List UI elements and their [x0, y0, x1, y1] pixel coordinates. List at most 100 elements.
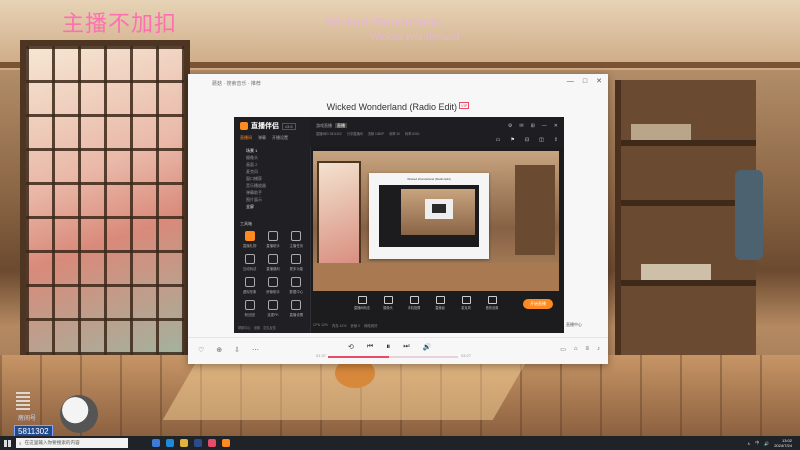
- minimize-button[interactable]: —: [567, 78, 574, 86]
- tool-icon: [291, 277, 302, 287]
- tool-label: 数据中心: [289, 290, 304, 294]
- toolbox-item[interactable]: 直播福利: [261, 254, 284, 271]
- tab-danmaku[interactable]: 弹幕: [258, 135, 266, 141]
- grid-icon[interactable]: ⊞: [531, 123, 535, 129]
- toolbox-item[interactable]: 连麦PK: [261, 300, 284, 317]
- tray-expand-icon[interactable]: ∧: [747, 441, 750, 446]
- stream-brand: 直播伴侣 v3.6: [240, 121, 296, 131]
- info-item[interactable]: 流畅 1080P: [368, 131, 384, 136]
- control-label: 直播间玩法: [354, 306, 370, 310]
- playlist-icon[interactable]: ≡: [585, 346, 589, 353]
- status-item: CPU 12%: [313, 323, 328, 327]
- tool-label: 直播设置: [289, 313, 304, 317]
- flag-icon[interactable]: ⚑: [510, 137, 514, 143]
- scene-item[interactable]: 画面 2: [240, 161, 266, 168]
- live-badge: 直播: [335, 123, 347, 128]
- control-icon: [435, 296, 445, 304]
- control-label: 手机投屏: [407, 306, 421, 310]
- toolbox-item[interactable]: 直播助手: [261, 231, 284, 248]
- screen-icon[interactable]: ▭: [496, 137, 501, 143]
- tool-label: 直播福利: [266, 267, 280, 271]
- scene-item[interactable]: 音乐播放器: [240, 182, 266, 189]
- stream-control-button[interactable]: 麦克风: [455, 296, 477, 310]
- minimize-icon[interactable]: —: [542, 123, 547, 129]
- signal-bars-icon: [16, 392, 30, 410]
- toolbox-item[interactable]: 主播任务: [285, 231, 308, 248]
- next-button[interactable]: ⏭: [403, 343, 409, 351]
- layout-icon[interactable]: ◫: [539, 137, 544, 143]
- stream-preview[interactable]: Wicked Wonderland (Radio Edit): [313, 151, 559, 291]
- info-item[interactable]: 分享直播间: [347, 131, 363, 136]
- crop-icon[interactable]: ⊡: [525, 137, 529, 143]
- settings-icon[interactable]: ⚙: [508, 123, 512, 129]
- toolbox-item[interactable]: 房管助手: [261, 277, 284, 294]
- lyrics-icon[interactable]: ♪: [597, 346, 600, 353]
- task-view-icon[interactable]: [152, 439, 160, 447]
- stream-control-button[interactable]: 直播窗: [429, 296, 451, 310]
- tool-icon: [244, 254, 255, 264]
- toolbox-item[interactable]: 数据中心: [285, 277, 308, 294]
- mini-mode-icon[interactable]: ▭: [560, 346, 566, 353]
- stream-control-button[interactable]: 音效设置: [481, 296, 503, 310]
- progress-bar[interactable]: [328, 356, 458, 358]
- speaker-icon[interactable]: 🔊: [764, 441, 769, 446]
- edge-icon[interactable]: [166, 439, 174, 447]
- ime-icon[interactable]: 中: [755, 440, 759, 446]
- scene-item[interactable]: 弹幕助手: [240, 189, 266, 196]
- more-icon[interactable]: ⋯: [252, 346, 259, 354]
- time-elapsed: 01:37: [316, 353, 327, 358]
- taskbar-search[interactable]: ⌕ 在这里输入你要搜索的内容: [16, 438, 128, 448]
- pause-button[interactable]: ⏸: [386, 342, 390, 352]
- scene-item[interactable]: 窗口捕获: [240, 175, 266, 182]
- home-icon[interactable]: ⌂: [574, 346, 578, 353]
- live-center-chip[interactable]: 直播中心: [566, 322, 582, 328]
- toolbox-item[interactable]: 更多功能: [285, 254, 308, 271]
- scene-item[interactable]: 全屏: [240, 203, 266, 210]
- mail-icon[interactable]: ✉: [519, 123, 523, 129]
- download-icon[interactable]: ⇩: [234, 346, 240, 354]
- start-live-button[interactable]: 开始直播: [523, 299, 553, 309]
- toolbox-item[interactable]: 直播设置: [285, 300, 308, 317]
- tab-live-settings[interactable]: 开播设置: [272, 135, 288, 141]
- add-icon[interactable]: ⊕: [216, 346, 222, 354]
- share-icon[interactable]: ⇪: [554, 137, 558, 143]
- control-icon: [409, 296, 419, 304]
- feedback-link[interactable]: 意见反馈: [263, 325, 276, 330]
- search-icon: ⌕: [19, 440, 22, 446]
- like-icon[interactable]: ♡: [198, 346, 204, 354]
- folder-icon[interactable]: [180, 439, 188, 447]
- repeat-icon[interactable]: ⟲: [348, 343, 354, 351]
- clock[interactable]: 13:02 2024/7/24: [774, 438, 792, 448]
- stream-control-button[interactable]: 直播间玩法: [351, 296, 373, 310]
- toolbox-label: 工具箱: [240, 221, 252, 226]
- stream-control-button[interactable]: 摄像头: [377, 296, 399, 310]
- scene-item[interactable]: 图片展示: [240, 196, 266, 203]
- scene-item[interactable]: 摄像头: [240, 154, 266, 161]
- music-app-icon[interactable]: [208, 439, 216, 447]
- maximize-button[interactable]: □: [583, 78, 587, 86]
- settings-link[interactable]: 设置: [254, 325, 260, 330]
- stream-control-button[interactable]: 手机投屏: [403, 296, 425, 310]
- close-button[interactable]: ✕: [596, 78, 602, 86]
- help-link[interactable]: 帮助中心: [238, 325, 251, 330]
- tab-live-room[interactable]: 直播间: [240, 135, 252, 141]
- windows-icon: [3, 439, 11, 447]
- nested-stream-app: [379, 185, 479, 247]
- scene-item[interactable]: 麦克风: [240, 168, 266, 175]
- store-icon[interactable]: [194, 439, 202, 447]
- close-icon[interactable]: ✕: [554, 123, 558, 129]
- volume-icon[interactable]: 🔊: [423, 343, 432, 351]
- toolbox-item[interactable]: 粉丝团: [238, 300, 261, 317]
- brand-name: 直播伴侣: [251, 123, 279, 130]
- toolbox-item[interactable]: 互动玩法: [238, 254, 261, 271]
- scene-item[interactable]: 场景 1: [240, 147, 266, 154]
- tool-label: 互动玩法: [242, 267, 257, 271]
- toolbox-item[interactable]: 直播礼物: [238, 231, 261, 248]
- previous-button[interactable]: ⏮: [367, 343, 373, 351]
- player-left-actions: ♡ ⊕ ⇩ ⋯: [198, 346, 259, 354]
- stream-app-icon[interactable]: [222, 439, 230, 447]
- category-select[interactable]: 游戏直播: [316, 123, 332, 128]
- start-button[interactable]: [0, 436, 14, 450]
- stream-window-icons: ⚙ ✉ ⊞ — ✕: [508, 123, 558, 129]
- toolbox-item[interactable]: 虚拟形象: [238, 277, 261, 294]
